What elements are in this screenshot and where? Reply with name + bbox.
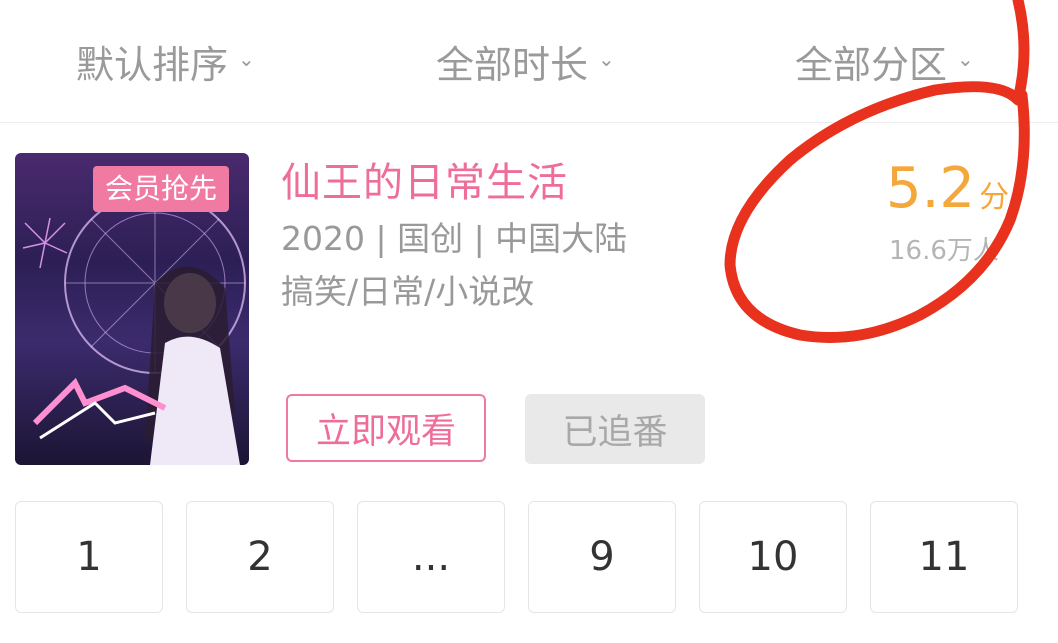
vip-early-access-badge: 会员抢先 <box>93 166 230 212</box>
area-filter-dropdown[interactable]: 全部分区 ⌄ <box>795 36 974 87</box>
page-button-9[interactable]: 9 <box>528 501 676 613</box>
page-button-2[interactable]: 2 <box>186 501 334 613</box>
page-ellipsis[interactable]: ... <box>357 501 505 613</box>
sort-filter-dropdown[interactable]: 默认排序 ⌄ <box>76 36 255 87</box>
chevron-down-icon: ⌄ <box>957 47 974 71</box>
score-unit: 分 <box>979 180 1010 215</box>
watch-now-button[interactable]: 立即观看 <box>286 394 486 462</box>
score-value: 5.2 <box>886 156 976 221</box>
page-button-1[interactable]: 1 <box>15 501 163 613</box>
anime-score: 5.2 分 <box>886 156 1009 221</box>
rating-count: 16.6万人 <box>889 236 999 266</box>
followed-button[interactable]: 已追番 <box>525 394 705 464</box>
anime-meta-info: 2020 | 国创 | 中国大陆 <box>281 219 628 258</box>
chevron-down-icon: ⌄ <box>238 47 255 71</box>
anime-title[interactable]: 仙王的日常生活 <box>281 150 568 208</box>
sort-filter-label: 默认排序 <box>76 42 229 87</box>
filter-bar: 默认排序 ⌄ 全部时长 ⌄ 全部分区 ⌄ <box>0 0 1058 123</box>
area-filter-label: 全部分区 <box>795 42 948 87</box>
anime-genres: 搞笑/日常/小说改 <box>281 272 535 311</box>
duration-filter-dropdown[interactable]: 全部时长 ⌄ <box>436 36 615 87</box>
page-button-10[interactable]: 10 <box>699 501 847 613</box>
duration-filter-label: 全部时长 <box>436 42 589 87</box>
chevron-down-icon: ⌄ <box>598 47 615 71</box>
page-button-11[interactable]: 11 <box>870 501 1018 613</box>
